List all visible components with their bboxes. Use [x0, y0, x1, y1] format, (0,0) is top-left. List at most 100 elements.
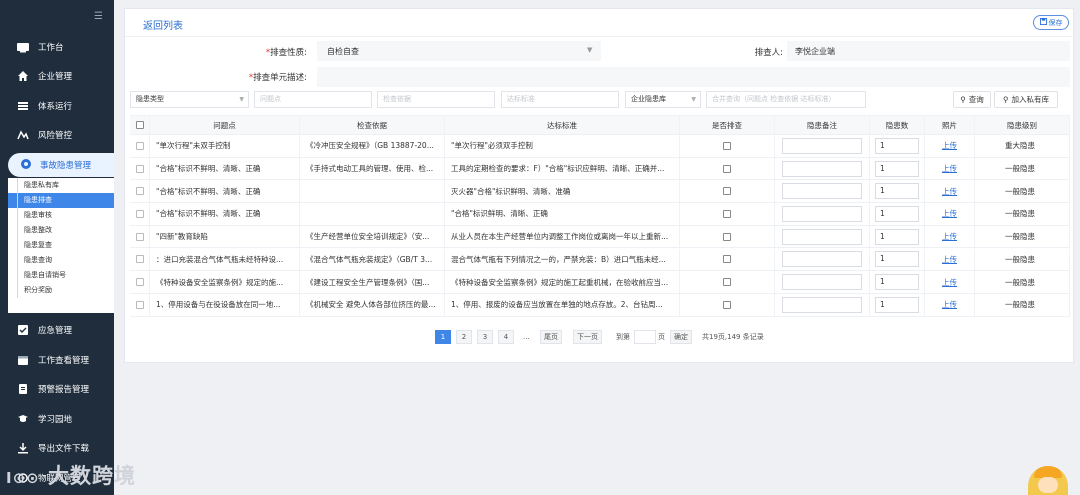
row-select-checkbox[interactable] — [136, 209, 144, 218]
submenu-hazard-recheck[interactable]: 隐患复查 — [8, 238, 114, 253]
sidebar-item-system[interactable]: 体系运行 — [0, 95, 114, 117]
check-type-select[interactable] — [317, 41, 601, 61]
menu-toggle-icon[interactable]: ☰ — [94, 12, 106, 22]
add-private-library-button[interactable]: ⚲ 加入私有库 — [994, 91, 1058, 108]
row-select-checkbox[interactable] — [136, 255, 144, 264]
sidebar-item-emergency[interactable]: 应急管理 — [0, 319, 114, 341]
page-3-button[interactable]: 3 — [477, 330, 493, 344]
remark-input[interactable] — [782, 274, 862, 291]
level-cell: 一般隐患 — [975, 293, 1070, 316]
row-select-checkbox[interactable] — [136, 232, 144, 241]
checked-checkbox[interactable] — [723, 232, 731, 241]
level-cell: 一般隐患 — [975, 225, 1070, 248]
remark-input[interactable] — [782, 183, 862, 200]
count-input[interactable]: 1 — [875, 274, 919, 291]
remark-input[interactable] — [782, 205, 862, 222]
keyword-search-input[interactable]: 合并查询（问题点 检查依据 达标标准） — [706, 91, 866, 108]
hazard-type-select[interactable]: 隐患类型 ▼ — [130, 91, 249, 108]
query-button[interactable]: ⚲ 查询 — [953, 91, 991, 108]
page-4-button[interactable]: 4 — [498, 330, 514, 344]
upload-link[interactable]: 上传 — [942, 277, 957, 288]
standard-filter-input[interactable]: 达标标准 — [501, 91, 619, 108]
page-1-button[interactable]: 1 — [435, 330, 451, 344]
submenu-hazard-review[interactable]: 隐患审核 — [8, 208, 114, 223]
sidebar-item-warning-report[interactable]: 预警报告管理 — [0, 378, 114, 400]
count-input[interactable]: 1 — [875, 160, 919, 177]
unit-description-input[interactable] — [317, 67, 1070, 87]
checked-checkbox[interactable] — [723, 141, 731, 150]
count-input[interactable]: 1 — [875, 296, 919, 313]
header-count: 隐患数 — [870, 116, 925, 134]
checked-checkbox[interactable] — [723, 300, 731, 309]
sidebar-item-hazard[interactable]: 事故隐患管理 — [8, 153, 114, 177]
dashboard-icon — [16, 40, 30, 54]
row-select-checkbox[interactable] — [136, 164, 144, 173]
remark-input[interactable] — [782, 228, 862, 245]
checked-checkbox[interactable] — [723, 187, 731, 196]
checked-checkbox[interactable] — [723, 209, 731, 218]
search-icon: ⚲ — [960, 95, 966, 104]
upload-link[interactable]: 上传 — [942, 231, 957, 242]
table-header-row: 问题点 检查依据 达标标准 是否排查 隐患备注 隐患数 照片 隐患级别 — [130, 115, 1070, 135]
submenu-hazard-check[interactable]: 隐患排查 — [8, 193, 114, 208]
next-page-button[interactable]: 下一页 — [573, 330, 602, 344]
sidebar-item-risk[interactable]: 风险管控 — [0, 124, 114, 146]
goto-page-input[interactable] — [634, 330, 656, 344]
row-select-checkbox[interactable] — [136, 300, 144, 309]
sidebar-item-work-view[interactable]: 工作查看管理 — [0, 349, 114, 371]
remark-input[interactable] — [782, 296, 862, 313]
basis-filter-input[interactable]: 检查依据 — [377, 91, 495, 108]
back-to-list-link[interactable]: 返回列表 — [143, 17, 183, 32]
count-input[interactable]: 1 — [875, 251, 919, 268]
submenu-hazard-rectify[interactable]: 隐患整改 — [8, 223, 114, 238]
last-page-button[interactable]: 尾页 — [540, 330, 562, 344]
count-input[interactable]: 1 — [875, 183, 919, 200]
upload-link[interactable]: 上传 — [942, 254, 957, 265]
select-all-checkbox[interactable] — [135, 121, 144, 129]
count-input[interactable]: 1 — [875, 205, 919, 222]
upload-link[interactable]: 上传 — [942, 208, 957, 219]
sidebar-item-dashboard[interactable]: 工作台 — [0, 36, 114, 58]
sidebar-item-download[interactable]: 导出文件下载 — [0, 437, 114, 459]
row-select-checkbox[interactable] — [136, 141, 144, 150]
hazard-submenu: 隐患私有库 隐患排查 隐患审核 隐患整改 隐患复查 隐患查询 隐患自请销号 积分… — [8, 178, 114, 313]
basis-cell: 《机械安全 避免人体各部位挤压的最... — [300, 293, 445, 316]
submenu-hazard-close[interactable]: 隐患自请销号 — [8, 268, 114, 283]
library-select[interactable]: 企业隐患库 ▼ — [625, 91, 701, 108]
remark-input[interactable] — [782, 160, 862, 177]
save-button[interactable]: 保存 — [1033, 15, 1069, 30]
row-select-checkbox[interactable] — [136, 278, 144, 287]
page-2-button[interactable]: 2 — [456, 330, 472, 344]
avatar[interactable] — [1028, 466, 1068, 495]
sidebar-item-enterprise[interactable]: 企业管理 — [0, 65, 114, 87]
upload-link[interactable]: 上传 — [942, 186, 957, 197]
checked-checkbox[interactable] — [723, 164, 731, 173]
count-input[interactable]: 1 — [875, 228, 919, 245]
goto-confirm-button[interactable]: 确定 — [670, 330, 692, 344]
upload-link[interactable]: 上传 — [942, 163, 957, 174]
basis-cell: 《手持式电动工具的管理、使用、检... — [300, 157, 445, 180]
checked-checkbox[interactable] — [723, 278, 731, 287]
upload-link[interactable]: 上传 — [942, 299, 957, 310]
study-icon — [16, 412, 30, 426]
check-type-label: *排查性质: — [265, 48, 307, 58]
header-problem: 问题点 — [150, 116, 300, 134]
submenu-points-reward[interactable]: 积分奖励 — [8, 283, 114, 298]
submenu-hazard-query[interactable]: 隐患查询 — [8, 253, 114, 268]
problem-filter-input[interactable]: 问题点 — [254, 91, 372, 108]
checked-checkbox[interactable] — [723, 255, 731, 264]
upload-link[interactable]: 上传 — [942, 140, 957, 151]
row-select-checkbox[interactable] — [136, 187, 144, 196]
submenu-private-library[interactable]: 隐患私有库 — [8, 178, 114, 193]
header-remark: 隐患备注 — [775, 116, 870, 134]
basis-cell — [300, 180, 445, 203]
search-icon: ⚲ — [1003, 95, 1009, 104]
remark-input[interactable] — [782, 137, 862, 154]
basis-cell — [300, 203, 445, 225]
pagination-summary: 共19页,149 条记录 — [702, 333, 764, 341]
remark-input[interactable] — [782, 251, 862, 268]
count-input[interactable]: 1 — [875, 137, 919, 154]
problem-cell: 《特种设备安全监察条例》规定的施... — [150, 271, 300, 293]
chevron-down-icon: ▼ — [587, 46, 593, 54]
sidebar-item-study[interactable]: 学习园地 — [0, 408, 114, 430]
